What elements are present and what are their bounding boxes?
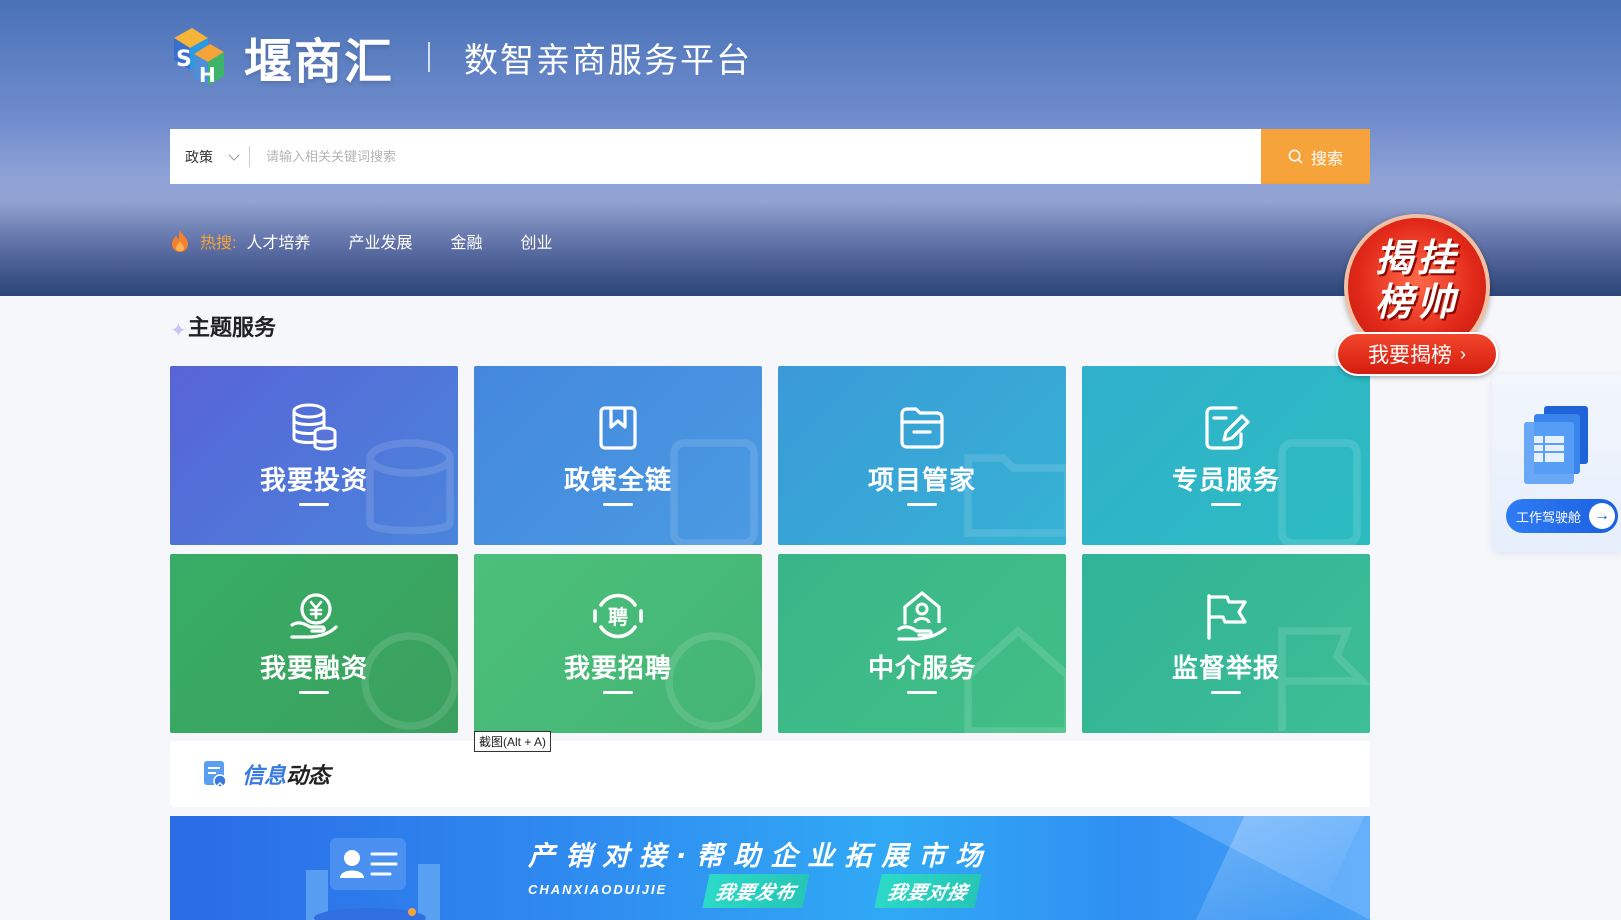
svg-text:S: S (176, 47, 192, 72)
document-stack-icon (1522, 404, 1588, 484)
fire-icon (172, 230, 188, 252)
service-card-invest[interactable]: 我要投资 (170, 366, 458, 545)
service-card-supervision[interactable]: 监督举报 (1082, 554, 1370, 733)
arrow-right-icon: → (1589, 503, 1615, 529)
info-title-part1: 信息 (242, 764, 287, 789)
search-bar: 政策 搜索 (170, 129, 1370, 184)
house-service-icon (894, 588, 950, 644)
chevron-down-icon (228, 148, 240, 161)
database-watermark-icon (366, 439, 454, 535)
section-title: ✦ 主题服务 (170, 310, 276, 342)
logo-cube-icon: S H (170, 24, 226, 90)
chevron-right-icon: › (1460, 343, 1466, 364)
search-button[interactable]: 搜索 (1261, 129, 1370, 184)
service-card-specialist[interactable]: 专员服务 (1082, 366, 1370, 545)
edit-watermark-icon (1278, 439, 1361, 545)
card-underline (907, 691, 937, 694)
card-underline (1211, 691, 1241, 694)
section-title-text: 主题服务 (188, 316, 277, 341)
edit-document-icon (1198, 400, 1254, 456)
work-cockpit-panel[interactable]: 工作驾驶舱 → (1492, 374, 1621, 552)
work-cockpit-button[interactable]: 工作驾驶舱 → (1506, 499, 1618, 533)
banner-connect-button[interactable]: 我要对接 (874, 874, 982, 908)
svg-text:聘: 聘 (608, 605, 628, 629)
hot-search-item[interactable]: 金融 (450, 229, 482, 253)
banner-title: 产销对接·帮助企业拓展市场 (528, 841, 993, 872)
search-input[interactable] (250, 129, 1261, 184)
jiebang-button-label: 我要揭榜 (1368, 344, 1452, 367)
service-card-project[interactable]: 项目管家 (778, 366, 1066, 545)
yuan-hand-icon (286, 588, 342, 644)
hot-search-label: 热搜: (200, 235, 237, 252)
service-card-agency[interactable]: 中介服务 (778, 554, 1066, 733)
database-icon (286, 400, 342, 456)
work-cockpit-label: 工作驾驶舱 (1516, 509, 1582, 525)
news-document-icon (204, 761, 227, 788)
svg-text:H: H (199, 63, 216, 87)
screenshot-tooltip: 截图(Alt + A) (474, 731, 552, 752)
folder-watermark-icon (964, 454, 1066, 537)
site-slogan: 数智亲商服务平台 (464, 40, 753, 81)
promo-banner[interactable]: 产销对接·帮助企业拓展市场 CHANXIAODUIJIE 我要发布 我要对接 (170, 816, 1370, 920)
service-card-policy[interactable]: 政策全链 (474, 366, 762, 545)
folder-icon (894, 400, 950, 456)
jiebang-text-line1: 揭挂 (1374, 235, 1459, 280)
service-card-recruit[interactable]: 聘 我要招聘 (474, 554, 762, 733)
card-underline (603, 503, 633, 506)
search-button-label: 搜索 (1310, 150, 1343, 168)
jiebang-button[interactable]: 我要揭榜 › (1336, 332, 1498, 376)
yuan-watermark-icon (361, 632, 458, 730)
search-category-select[interactable]: 政策 (170, 129, 250, 184)
card-underline (907, 503, 937, 506)
info-title: 信息动态 (242, 758, 330, 790)
house-watermark-icon (964, 625, 1066, 733)
flag-watermark-icon (1278, 627, 1370, 731)
recruit-watermark-icon (665, 632, 762, 730)
hot-search-item[interactable]: 创业 (521, 229, 553, 253)
hot-search: 热搜: 人才培养 产业发展 金融 创业 (170, 229, 591, 253)
card-underline (1211, 503, 1241, 506)
hot-search-item[interactable]: 产业发展 (348, 229, 412, 253)
card-underline (299, 503, 329, 506)
bookmark-icon (590, 400, 646, 456)
service-card-financing[interactable]: 我要融资 (170, 554, 458, 733)
bookmark-watermark-icon (670, 439, 758, 545)
business-person-illustration (306, 838, 440, 920)
star-icon: ✦ (170, 318, 187, 342)
info-news-panel[interactable]: 信息动态 (170, 741, 1370, 807)
card-underline (603, 691, 633, 694)
banner-subtitle: CHANXIAODUIJIE (528, 882, 668, 897)
site-logo[interactable]: S H 堰商汇 数智亲商服务平台 (170, 22, 752, 92)
jiebang-text-line2: 榜帅 (1374, 279, 1459, 324)
search-category-label: 政策 (185, 148, 213, 165)
flag-icon (1198, 588, 1254, 644)
recruit-icon: 聘 (590, 588, 646, 644)
banner-publish-button[interactable]: 我要发布 (702, 874, 810, 908)
jiebang-badge[interactable]: 揭挂 榜帅 我要揭榜 › (1336, 214, 1498, 380)
logo-name: 堰商汇 (244, 34, 395, 90)
hot-search-item[interactable]: 人才培养 (246, 229, 310, 253)
search-icon (1288, 149, 1303, 164)
info-title-part2: 动态 (286, 764, 331, 789)
logo-divider (428, 42, 431, 72)
card-underline (299, 691, 329, 694)
